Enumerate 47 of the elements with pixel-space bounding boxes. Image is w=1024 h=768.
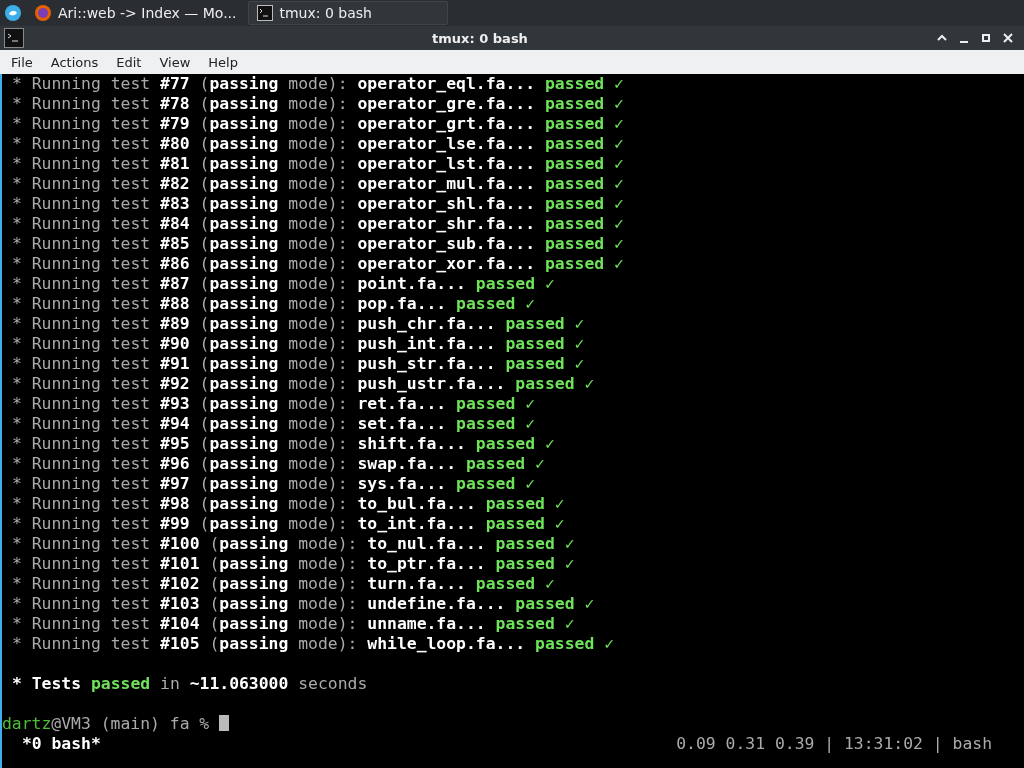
terminal-line: * Running test #98 (passing mode): to_bul.fa... passed ✓: [12, 494, 566, 514]
globe-icon: [34, 4, 52, 22]
taskbar-task[interactable]: tmux: 0 bash: [248, 1, 449, 25]
terminal-line: * Running test #90 (passing mode): push_int.fa... passed ✓: [12, 334, 586, 354]
terminal-line: * Running test #89 (passing mode): push_chr.fa... passed ✓: [12, 314, 586, 334]
shell-prompt: dartz@VM3 (main) fa %: [2, 714, 1024, 734]
summary-line: * Tests passed in ~11.063000 seconds: [12, 674, 369, 694]
terminal-line: * Running test #78 (passing mode): operator_gre.fa... passed ✓: [12, 94, 625, 114]
terminal-line: * Running test #84 (passing mode): operator_shr.fa... passed ✓: [12, 214, 625, 234]
terminal-line: * Running test #91 (passing mode): push_str.fa... passed ✓: [12, 354, 586, 374]
taskbar-task[interactable]: Ari::web -> Index — Mo...: [26, 1, 245, 25]
terminal-line: * Running test #95 (passing mode): shift.fa... passed ✓: [12, 434, 556, 454]
window-title: tmux: 0 bash: [431, 30, 529, 46]
maximize-icon[interactable]: [980, 32, 992, 44]
terminal-line: * Running test #79 (passing mode): operator_grt.fa... passed ✓: [12, 114, 625, 134]
terminal-line: * Running test #80 (passing mode): operator_lse.fa... passed ✓: [12, 134, 625, 154]
terminal-line: * Running test #82 (passing mode): operator_mul.fa... passed ✓: [12, 174, 625, 194]
terminal-icon: [257, 5, 274, 21]
terminal-line: * Running test #102 (passing mode): turn.fa... passed ✓: [12, 574, 556, 594]
status-info: 0.09 0.31 0.39 | 13:31:02 | bash: [676, 734, 992, 754]
terminal-line: * Running test #99 (passing mode): to_int.fa... passed ✓: [12, 514, 566, 534]
terminal-icon: [4, 28, 24, 48]
terminal-line: * Running test #96 (passing mode): swap.fa... passed ✓: [12, 454, 546, 474]
menu-item[interactable]: View: [159, 54, 191, 70]
terminal-line: * Running test #81 (passing mode): operator_lst.fa... passed ✓: [12, 154, 625, 174]
terminal-line: * Running test #103 (passing mode): undefine.fa... passed ✓: [12, 594, 596, 614]
terminal-line: * Running test #77 (passing mode): operator_eql.fa... passed ✓: [12, 74, 625, 94]
tmux-window-tab[interactable]: *0 bash*: [12, 734, 101, 754]
terminal-line: * Running test #104 (passing mode): unname.fa... passed ✓: [12, 614, 576, 634]
terminal-line: * Running test #100 (passing mode): to_nul.fa... passed ✓: [12, 534, 576, 554]
terminal-line: * Running test #86 (passing mode): operator_xor.fa... passed ✓: [12, 254, 625, 274]
terminal-line: * Running test #101 (passing mode): to_ptr.fa... passed ✓: [12, 554, 576, 574]
terminal-line: * Running test #92 (passing mode): push_ustr.fa... passed ✓: [12, 374, 596, 394]
app-launcher-icon[interactable]: [4, 4, 22, 22]
terminal-line: * Running test #93 (passing mode): ret.fa... passed ✓: [12, 394, 537, 414]
terminal-line: * Running test #87 (passing mode): point.fa... passed ✓: [12, 274, 556, 294]
terminal-line: * Running test #83 (passing mode): operator_shl.fa... passed ✓: [12, 194, 625, 214]
menu-item[interactable]: Actions: [50, 54, 99, 70]
menu-item[interactable]: Help: [208, 54, 238, 70]
terminal-line: * Running test #88 (passing mode): pop.fa... passed ✓: [12, 294, 537, 314]
terminal-line: * Running test #85 (passing mode): operator_sub.fa... passed ✓: [12, 234, 625, 254]
close-icon[interactable]: [1002, 32, 1014, 44]
terminal-line: * Running test #97 (passing mode): sys.fa... passed ✓: [12, 474, 537, 494]
terminal-line: * Running test #94 (passing mode): set.fa... passed ✓: [12, 414, 537, 434]
menu-item[interactable]: File: [11, 54, 33, 70]
menu-item[interactable]: Edit: [116, 54, 142, 70]
terminal-line: * Running test #105 (passing mode): while_loop.fa... passed ✓: [12, 634, 616, 654]
